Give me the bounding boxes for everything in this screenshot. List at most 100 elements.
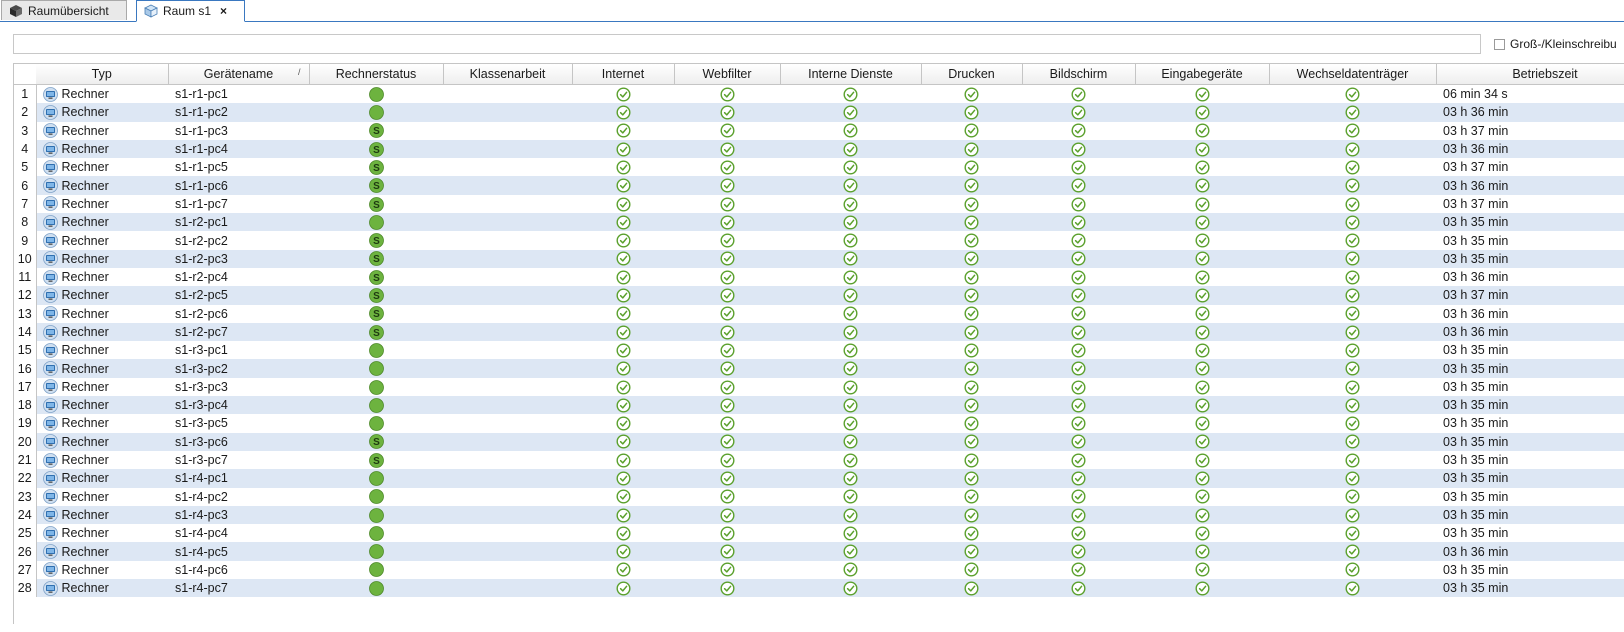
check-circle-icon[interactable]	[1345, 87, 1360, 102]
check-circle-icon[interactable]	[964, 581, 979, 596]
column-header-klassenarbeit[interactable]: Klassenarbeit	[443, 64, 573, 85]
check-circle-icon[interactable]	[1071, 379, 1086, 395]
check-circle-icon[interactable]	[615, 233, 631, 248]
check-circle-icon[interactable]	[719, 581, 735, 596]
column-header-interne-dienste[interactable]: Interne Dienste	[780, 64, 922, 85]
check-circle-icon[interactable]	[615, 288, 631, 303]
check-circle-icon[interactable]	[1071, 123, 1086, 138]
check-circle-icon[interactable]	[719, 87, 735, 102]
check-circle-icon[interactable]	[1345, 361, 1360, 376]
check-circle-icon[interactable]	[615, 489, 631, 504]
check-circle-icon[interactable]	[964, 343, 979, 358]
check-circle-icon[interactable]	[1071, 233, 1086, 248]
check-circle-icon[interactable]	[1194, 325, 1210, 340]
table-row[interactable]: 22 Rechner s1-r4-pc1 03 h 35 min	[14, 469, 1624, 488]
check-circle-icon[interactable]	[719, 325, 735, 340]
check-circle-icon[interactable]	[719, 398, 735, 413]
check-circle-icon[interactable]	[1345, 453, 1360, 468]
check-circle-icon[interactable]	[615, 87, 631, 102]
check-circle-icon[interactable]	[719, 562, 735, 577]
column-header-internet[interactable]: Internet	[572, 64, 675, 85]
table-row[interactable]: 26 Rechner s1-r4-pc5 03 h 36 min	[14, 542, 1624, 561]
table-row[interactable]: 27 Rechner s1-r4-pc6 03 h 35 min	[14, 560, 1624, 580]
case-sensitive-option[interactable]: Groß-/Kleinschreibu	[1494, 37, 1617, 51]
check-circle-icon[interactable]	[843, 142, 858, 157]
check-circle-icon[interactable]	[719, 453, 735, 468]
check-circle-icon[interactable]	[719, 471, 735, 486]
check-circle-icon[interactable]	[843, 251, 858, 266]
table-row[interactable]: 11 Rechner s1-r2-pc4 S 03 h 36 min	[14, 267, 1624, 287]
check-circle-icon[interactable]	[1194, 361, 1210, 376]
check-circle-icon[interactable]	[1071, 398, 1086, 413]
check-circle-icon[interactable]	[1194, 434, 1210, 449]
check-circle-icon[interactable]	[1345, 398, 1360, 413]
check-circle-icon[interactable]	[843, 471, 858, 486]
check-circle-icon[interactable]	[843, 197, 858, 212]
check-circle-icon[interactable]	[843, 233, 858, 248]
check-circle-icon[interactable]	[1071, 526, 1086, 541]
check-circle-icon[interactable]	[719, 142, 735, 157]
table-row[interactable]: 2 Rechner s1-r1-pc2 03 h 36 min	[14, 103, 1624, 122]
table-row[interactable]: 16 Rechner s1-r3-pc2 03 h 35 min	[14, 359, 1624, 378]
check-circle-icon[interactable]	[1071, 105, 1086, 120]
check-circle-icon[interactable]	[1071, 160, 1086, 175]
check-circle-icon[interactable]	[615, 434, 631, 449]
column-header-bildschirm[interactable]: Bildschirm	[1022, 64, 1136, 85]
check-circle-icon[interactable]	[1071, 215, 1086, 230]
check-circle-icon[interactable]	[1194, 105, 1210, 120]
check-circle-icon[interactable]	[719, 178, 735, 193]
check-circle-icon[interactable]	[964, 87, 979, 102]
column-header-betriebszeit[interactable]: Betriebszeit	[1436, 64, 1624, 85]
check-circle-icon[interactable]	[843, 178, 858, 193]
check-circle-icon[interactable]	[1194, 87, 1210, 102]
check-circle-icon[interactable]	[719, 197, 735, 212]
column-header-rechnerstatus[interactable]: Rechnerstatus	[309, 64, 444, 85]
table-row[interactable]: 18 Rechner s1-r3-pc4 03 h 35 min	[14, 396, 1624, 415]
check-circle-icon[interactable]	[1345, 379, 1360, 395]
table-row[interactable]: 1 Rechner s1-r1-pc1 06 min 34 s	[14, 84, 1624, 104]
check-circle-icon[interactable]	[1194, 544, 1210, 559]
check-circle-icon[interactable]	[1345, 123, 1360, 138]
check-circle-icon[interactable]	[843, 526, 858, 541]
check-circle-icon[interactable]	[1071, 178, 1086, 193]
check-circle-icon[interactable]	[1194, 398, 1210, 413]
table-row[interactable]: 7 Rechner s1-r1-pc7 S 03 h 37 min	[14, 194, 1624, 214]
table-row[interactable]: 25 Rechner s1-r4-pc4 03 h 35 min	[14, 524, 1624, 543]
check-circle-icon[interactable]	[1194, 178, 1210, 193]
check-circle-icon[interactable]	[1071, 581, 1086, 596]
check-circle-icon[interactable]	[719, 416, 735, 431]
check-circle-icon[interactable]	[1194, 233, 1210, 248]
check-circle-icon[interactable]	[1194, 581, 1210, 596]
check-circle-icon[interactable]	[1345, 233, 1360, 248]
check-circle-icon[interactable]	[719, 343, 735, 358]
filter-input[interactable]	[13, 34, 1481, 54]
check-circle-icon[interactable]	[964, 398, 979, 413]
check-circle-icon[interactable]	[1345, 544, 1360, 559]
check-circle-icon[interactable]	[1345, 215, 1360, 230]
tab-raum-s1[interactable]: Raum s1 ×	[136, 0, 245, 22]
check-circle-icon[interactable]	[1071, 270, 1086, 285]
column-header-drucken[interactable]: Drucken	[921, 64, 1023, 85]
check-circle-icon[interactable]	[964, 416, 979, 431]
check-circle-icon[interactable]	[1071, 416, 1086, 431]
check-circle-icon[interactable]	[1345, 471, 1360, 486]
check-circle-icon[interactable]	[843, 160, 858, 175]
check-circle-icon[interactable]	[1071, 434, 1086, 449]
check-circle-icon[interactable]	[1345, 489, 1360, 504]
check-circle-icon[interactable]	[615, 105, 631, 120]
check-circle-icon[interactable]	[964, 508, 979, 523]
check-circle-icon[interactable]	[1071, 251, 1086, 266]
check-circle-icon[interactable]	[843, 105, 858, 120]
check-circle-icon[interactable]	[719, 508, 735, 523]
check-circle-icon[interactable]	[1194, 562, 1210, 577]
check-circle-icon[interactable]	[615, 123, 631, 138]
column-header-webfilter[interactable]: Webfilter	[674, 64, 781, 85]
check-circle-icon[interactable]	[964, 142, 979, 157]
column-header-geraetename[interactable]: Gerätename /	[168, 64, 310, 85]
check-circle-icon[interactable]	[719, 544, 735, 559]
table-row[interactable]: 19 Rechner s1-r3-pc5 03 h 35 min	[14, 414, 1624, 433]
check-circle-icon[interactable]	[615, 581, 631, 596]
check-circle-icon[interactable]	[964, 178, 979, 193]
check-circle-icon[interactable]	[843, 343, 858, 358]
check-circle-icon[interactable]	[615, 508, 631, 523]
